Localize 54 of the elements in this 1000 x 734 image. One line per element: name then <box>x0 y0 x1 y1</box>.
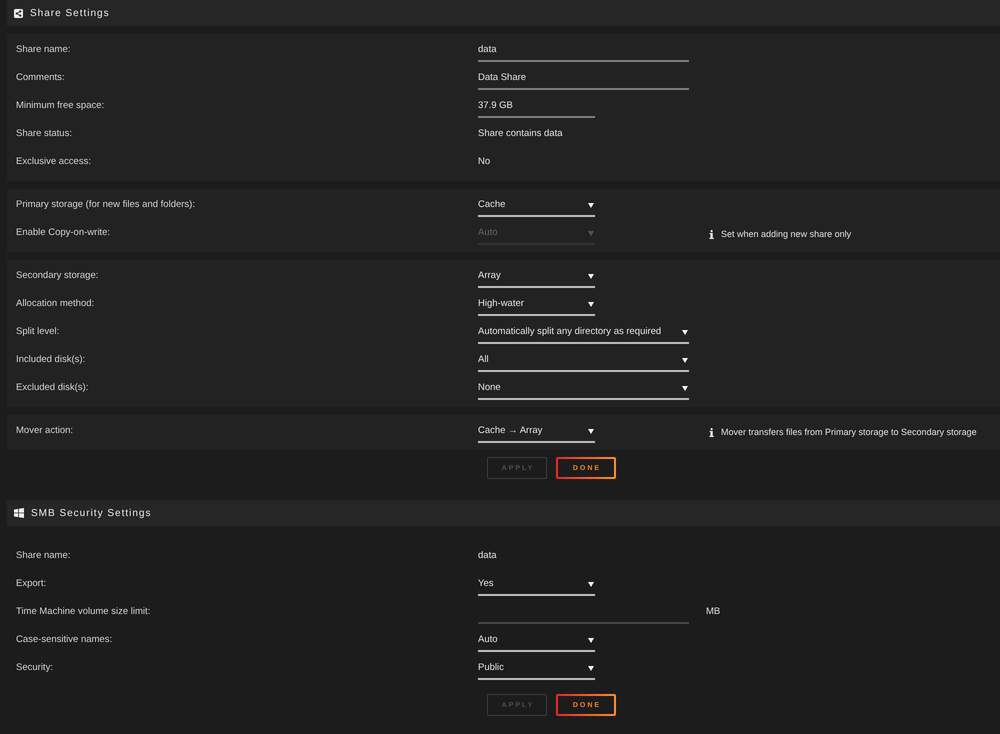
text-field[interactable]: Data Share <box>478 68 689 90</box>
field-label: Enable Copy-on-write: <box>15 227 111 240</box>
field-label: Case-sensitive names: <box>15 634 114 647</box>
dropdown[interactable]: High-water <box>478 294 595 316</box>
share-icon <box>14 8 23 18</box>
caret-icon <box>588 274 594 278</box>
caret-icon <box>588 202 594 208</box>
dropdown[interactable]: Public <box>478 658 595 680</box>
info-icon <box>709 230 714 238</box>
field-label: Excluded disk(s): <box>15 382 90 395</box>
dropdown[interactable]: Auto <box>478 630 595 652</box>
field-label: Comments: <box>15 72 66 85</box>
dropdown[interactable]: Array <box>478 266 595 288</box>
caret-icon <box>588 582 594 586</box>
field-label: Secondary storage: <box>15 270 100 283</box>
caret-icon <box>588 428 594 434</box>
dropdown[interactable]: Automatically split any directory as required <box>478 322 689 344</box>
value-text: No <box>478 156 490 169</box>
field-label: Security: <box>15 662 54 675</box>
field-label: Share name: <box>15 550 72 563</box>
field-label: Time Machine volume size limit: <box>15 606 152 619</box>
field-label: Split level: <box>15 326 60 339</box>
text-field[interactable]: data <box>478 40 689 62</box>
field-label: Export: <box>15 578 48 591</box>
field-label: Share name: <box>15 44 72 57</box>
unit-label: MB <box>706 606 720 619</box>
dropdown[interactable]: All <box>478 350 689 372</box>
field-label: Primary storage (for new files and folders): <box>15 199 196 212</box>
text-field[interactable]: 37.9 GB <box>478 96 595 118</box>
dropdown[interactable]: Yes <box>478 574 595 596</box>
caret-icon <box>588 302 594 306</box>
hint-text: Mover transfers files from Primary storage to Secondary storage <box>721 427 977 437</box>
dropdown[interactable]: Cache <box>478 195 595 217</box>
caret-icon <box>588 666 594 670</box>
value-text: Share contains data <box>478 128 563 141</box>
field-label: Included disk(s): <box>15 354 86 367</box>
caret-icon <box>682 330 688 334</box>
value-text: data <box>478 550 496 563</box>
dropdown[interactable]: Cache → Array <box>478 421 595 443</box>
field-label: Allocation method: <box>15 298 96 311</box>
field-label: Minimum free space: <box>15 100 106 113</box>
caret-icon <box>588 230 594 236</box>
windows-icon <box>14 508 24 518</box>
field-label: Share status: <box>15 128 73 141</box>
caret-icon <box>682 358 688 362</box>
info-icon <box>709 428 714 436</box>
hint-text: Set when adding new share only <box>721 229 852 239</box>
section-title: SMB Security Settings <box>31 508 152 518</box>
caret-icon <box>682 386 688 390</box>
field-label: Exclusive access: <box>15 156 92 169</box>
section-title: Share Settings <box>30 8 110 18</box>
field-label: Mover action: <box>15 425 74 438</box>
dropdown[interactable]: None <box>478 378 689 400</box>
caret-icon <box>588 638 594 642</box>
